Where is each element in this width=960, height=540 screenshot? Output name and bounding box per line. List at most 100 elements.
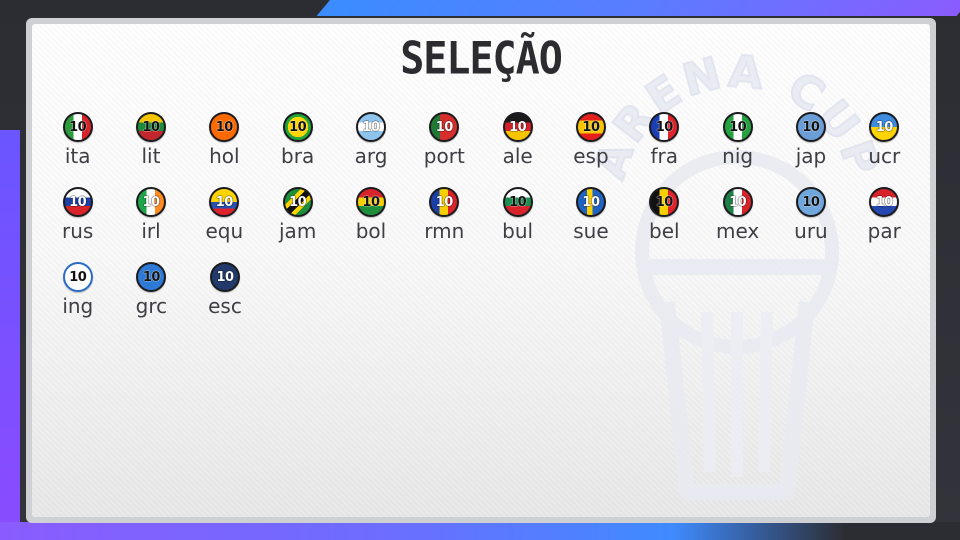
team-label: nig: [722, 144, 754, 168]
jersey-number: 10: [729, 119, 747, 135]
jersey-number: 10: [289, 119, 307, 135]
team-ball-icon: 10: [869, 187, 900, 217]
team-label: rus: [62, 219, 94, 243]
team-option-equ[interactable]: 10 equ: [188, 187, 261, 262]
team-label: rmn: [424, 219, 465, 243]
team-label: fra: [650, 144, 679, 168]
jersey-number: 10: [142, 119, 160, 135]
team-label: equ: [205, 219, 244, 243]
team-option-nig[interactable]: 10 nig: [701, 112, 774, 187]
team-option-ita[interactable]: 10 ita: [41, 112, 114, 187]
team-ball-icon: 10: [722, 187, 753, 217]
team-ball-icon: 10: [429, 187, 460, 217]
team-ball-icon: 10: [722, 112, 753, 142]
top-accent-stripe: [316, 0, 960, 16]
team-label: esc: [208, 294, 242, 318]
team-option-jam[interactable]: 10 jam: [261, 187, 334, 262]
jersey-number: 10: [802, 119, 820, 135]
team-ball-icon: 10: [62, 262, 93, 292]
team-label: irl: [141, 219, 161, 243]
team-ball-icon: 10: [869, 112, 900, 142]
team-option-uru[interactable]: 10 uru: [774, 187, 847, 262]
team-ball-icon: 10: [209, 187, 240, 217]
page-title: SELEÇÃO: [400, 33, 563, 85]
jersey-number: 10: [582, 119, 600, 135]
team-ball-icon: 10: [209, 262, 240, 292]
team-option-mex[interactable]: 10 mex: [701, 187, 774, 262]
team-label: port: [423, 144, 465, 168]
team-label: esp: [573, 144, 609, 168]
team-option-lit[interactable]: 10 lit: [114, 112, 187, 187]
team-option-irl[interactable]: 10 irl: [114, 187, 187, 262]
team-ball-icon: 10: [575, 187, 606, 217]
team-ball-icon: 10: [795, 112, 826, 142]
team-ball-icon: 10: [62, 112, 93, 142]
team-option-sue[interactable]: 10 sue: [554, 187, 627, 262]
team-label: grc: [135, 294, 168, 318]
team-label: ing: [62, 294, 94, 318]
jersey-number: 10: [435, 119, 454, 135]
team-option-esc[interactable]: 10 esc: [188, 262, 262, 337]
team-label: ucr: [868, 144, 901, 168]
team-label: bol: [355, 219, 387, 243]
team-label: sue: [573, 219, 609, 243]
jersey-number: 10: [142, 269, 161, 285]
team-option-hol[interactable]: 10 hol: [188, 112, 261, 187]
team-label: ale: [502, 144, 533, 168]
team-label: hol: [209, 144, 240, 168]
team-option-bra[interactable]: 10 bra: [261, 112, 334, 187]
team-ball-icon: 10: [502, 187, 533, 217]
team-option-port[interactable]: 10 port: [408, 112, 481, 187]
team-label: jap: [795, 144, 827, 168]
team-option-ing[interactable]: 10 ing: [41, 262, 115, 337]
team-row: 10 ing 10 grc 10 esc: [41, 262, 921, 337]
team-option-bul[interactable]: 10 bul: [481, 187, 554, 262]
jersey-number: 10: [509, 119, 527, 135]
team-ball-icon: 10: [649, 187, 680, 217]
team-option-par[interactable]: 10 par: [848, 187, 921, 262]
team-ball-icon: 10: [135, 112, 166, 142]
team-grid: 10 ita 10 lit 10 hol 10 bra 10 arg 10 port 10 ale 10 es…: [41, 112, 921, 337]
team-label: mex: [715, 219, 760, 243]
team-option-fra[interactable]: 10 fra: [628, 112, 701, 187]
jersey-number: 10: [215, 119, 234, 135]
team-ball-icon: 10: [62, 187, 93, 217]
team-ball-icon: 10: [209, 112, 240, 142]
team-label: ita: [64, 144, 91, 168]
jersey-number: 10: [216, 269, 234, 285]
team-label: par: [867, 219, 901, 243]
jersey-number: 10: [435, 194, 454, 210]
jersey-number: 10: [69, 119, 87, 135]
team-label: jam: [279, 219, 317, 243]
team-option-esp[interactable]: 10 esp: [554, 112, 627, 187]
team-ball-icon: 10: [136, 262, 167, 292]
team-option-bol[interactable]: 10 bol: [334, 187, 407, 262]
jersey-number: 10: [875, 194, 894, 210]
jersey-number: 10: [69, 194, 87, 210]
team-option-rmn[interactable]: 10 rmn: [408, 187, 481, 262]
team-option-bel[interactable]: 10 bel: [628, 187, 701, 262]
selection-panel: ARENA CUP SELEÇÃO 10ita10lit10hol10bra10…: [26, 18, 936, 523]
team-label: bul: [502, 219, 534, 243]
team-option-ale[interactable]: 10 ale: [481, 112, 554, 187]
team-option-rus[interactable]: 10 rus: [41, 187, 114, 262]
jersey-number: 10: [215, 194, 234, 210]
selection-panel-inner: ARENA CUP SELEÇÃO 10ita10lit10hol10bra10…: [32, 24, 930, 517]
team-option-grc[interactable]: 10 grc: [115, 262, 189, 337]
team-ball-icon: 10: [282, 112, 313, 142]
team-ball-icon: 10: [649, 112, 680, 142]
jersey-number: 10: [362, 119, 380, 135]
jersey-number: 10: [802, 194, 820, 210]
team-label: bra: [281, 144, 315, 168]
team-option-jap[interactable]: 10 jap: [774, 112, 847, 187]
team-ball-icon: 10: [355, 187, 386, 217]
team-ball-icon: 10: [795, 187, 826, 217]
jersey-number: 10: [729, 194, 747, 210]
team-option-arg[interactable]: 10 arg: [334, 112, 407, 187]
left-accent-stripe: [0, 130, 20, 540]
jersey-number: 10: [509, 194, 527, 210]
jersey-number: 10: [655, 119, 674, 135]
team-option-ucr[interactable]: 10 ucr: [848, 112, 921, 187]
jersey-number: 10: [582, 194, 600, 210]
bottom-accent-stripe: [0, 522, 960, 540]
